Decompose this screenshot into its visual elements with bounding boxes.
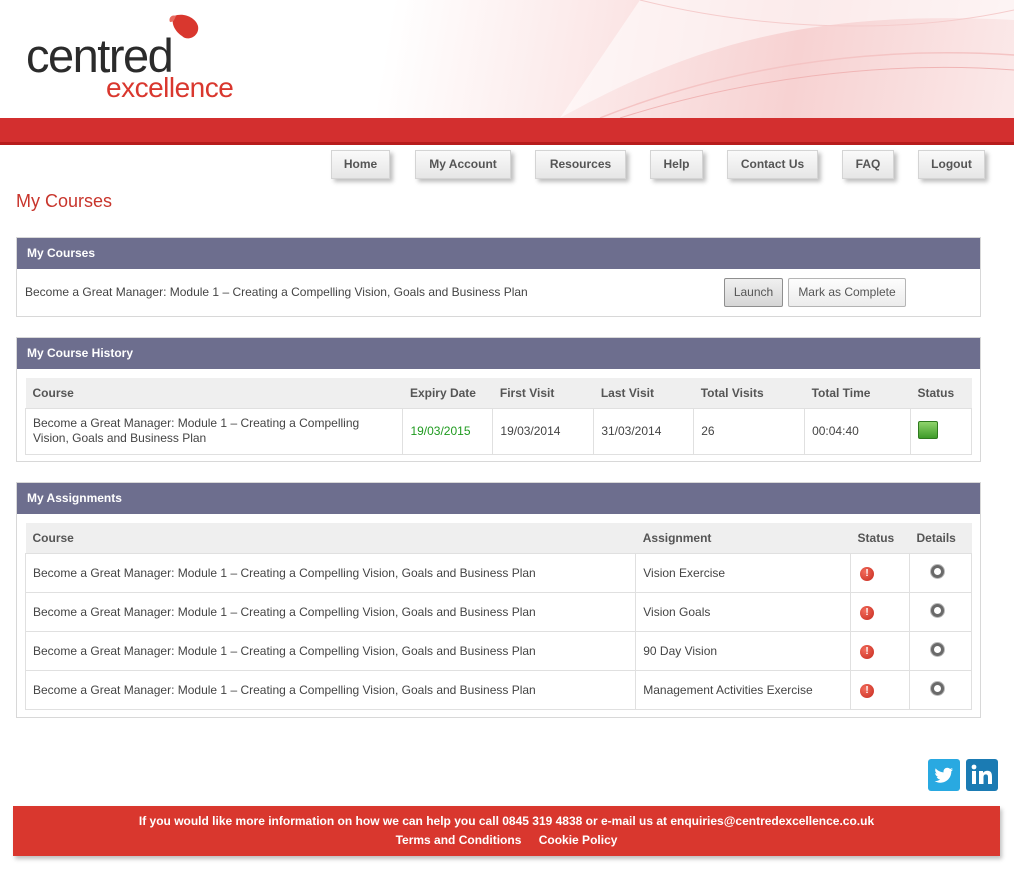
course-name: Become a Great Manager: Module 1 – Creat…: [25, 285, 528, 299]
col-assignment: Assignment: [635, 523, 851, 554]
assignment-name-cell: Vision Goals: [635, 591, 852, 631]
table-row: Become a Great Manager: Module 1 – Creat…: [24, 630, 972, 670]
table-row: Become a Great Manager: Module 1 – Creat…: [24, 669, 972, 710]
col-details: Details: [909, 523, 972, 554]
table-row: Become a Great Manager: Module 1 – Creat…: [24, 552, 972, 592]
terms-and-conditions-link[interactable]: Terms and Conditions: [396, 833, 522, 847]
launch-button[interactable]: Launch: [724, 278, 783, 307]
assignments-heading: My Assignments: [17, 483, 980, 514]
last-visit-cell: 31/03/2014: [593, 407, 695, 455]
footer-contact-text: If you would like more information on ho…: [138, 814, 875, 828]
col-expiry-date: Expiry Date: [402, 378, 493, 409]
assignment-name-cell: Vision Exercise: [635, 552, 852, 592]
twitter-bird-icon: [934, 767, 954, 783]
assignments-table: Course Assignment Status Details Become …: [24, 523, 972, 710]
page-title: My Courses: [16, 191, 113, 211]
assignment-course-cell: Become a Great Manager: Module 1 – Creat…: [24, 591, 637, 631]
green-status-icon: [917, 420, 938, 439]
logo-petal-icon: [169, 14, 199, 39]
footer-links: Terms and Conditions Cookie Policy: [13, 833, 1000, 847]
linkedin-icon[interactable]: [966, 759, 998, 791]
table-header-row: Course Assignment Status Details: [25, 523, 972, 554]
assignment-details-cell: [909, 669, 972, 710]
alert-icon: !: [860, 683, 875, 698]
course-history-panel: My Course History Course Expiry Date Fir…: [16, 337, 981, 462]
expiry-date-cell: 19/03/2015: [402, 407, 494, 455]
details-icon[interactable]: [931, 642, 944, 656]
cookie-policy-link[interactable]: Cookie Policy: [539, 833, 618, 847]
linkedin-in-icon: [971, 764, 992, 784]
logo-word-excellence: excellence: [106, 72, 234, 103]
assignment-course-cell: Become a Great Manager: Module 1 – Creat…: [24, 552, 637, 592]
col-first-visit: First Visit: [492, 378, 594, 409]
nav-help-button[interactable]: Help: [650, 150, 703, 179]
assignments-panel: My Assignments Course Assignment Status …: [16, 482, 981, 718]
history-course-cell: Become a Great Manager: Module 1 – Creat…: [24, 407, 404, 455]
assignment-status-cell: !: [850, 552, 910, 592]
col-status: Status: [910, 378, 972, 409]
table-row: Become a Great Manager: Module 1 – Creat…: [24, 407, 973, 455]
assignment-status-cell: !: [850, 630, 910, 670]
assignment-details-cell: [909, 630, 972, 670]
nav-resources-button[interactable]: Resources: [535, 150, 626, 179]
alert-icon: !: [860, 644, 875, 659]
nav-contact-us-button[interactable]: Contact Us: [727, 150, 818, 179]
assignment-details-cell: [909, 552, 972, 592]
alert-icon: !: [860, 605, 875, 620]
nav-my-account-button[interactable]: My Account: [415, 150, 511, 179]
assignment-status-cell: !: [850, 669, 910, 710]
nav-faq-button[interactable]: FAQ: [842, 150, 894, 179]
col-course: Course: [25, 378, 403, 409]
details-icon[interactable]: [931, 564, 944, 578]
assignment-details-cell: [909, 591, 972, 631]
course-history-heading: My Course History: [17, 338, 980, 369]
col-total-time: Total Time: [804, 378, 911, 409]
nav-home-button[interactable]: Home: [331, 150, 390, 179]
footer-bar: If you would like more information on ho…: [13, 806, 1000, 856]
col-total-visits: Total Visits: [693, 378, 805, 409]
total-visits-cell: 26: [693, 407, 806, 455]
assignment-course-cell: Become a Great Manager: Module 1 – Creat…: [24, 630, 637, 670]
assignment-course-cell: Become a Great Manager: Module 1 – Creat…: [24, 669, 637, 710]
table-row: Become a Great Manager: Module 1 – Creat…: [24, 591, 972, 631]
header-banner: centred excellence: [0, 0, 1014, 118]
mark-as-complete-button[interactable]: Mark as Complete: [788, 278, 906, 307]
assignment-status-cell: !: [850, 591, 910, 631]
course-history-table: Course Expiry Date First Visit Last Visi…: [24, 378, 973, 455]
header-red-bar: [0, 118, 1014, 145]
company-logo[interactable]: centred excellence: [26, 10, 256, 105]
col-last-visit: Last Visit: [593, 378, 694, 409]
nav-logout-button[interactable]: Logout: [918, 150, 985, 179]
col-course: Course: [25, 523, 636, 554]
table-header-row: Course Expiry Date First Visit Last Visi…: [25, 378, 972, 409]
course-row: Become a Great Manager: Module 1 – Creat…: [17, 269, 980, 316]
twitter-icon[interactable]: [928, 759, 960, 791]
assignment-name-cell: Management Activities Exercise: [635, 669, 852, 710]
my-courses-heading: My Courses: [17, 238, 980, 269]
details-icon[interactable]: [931, 603, 944, 617]
first-visit-cell: 19/03/2014: [492, 407, 595, 455]
status-cell: [910, 407, 973, 455]
details-icon[interactable]: [931, 681, 944, 695]
alert-icon: !: [860, 566, 875, 581]
col-status: Status: [850, 523, 910, 554]
total-time-cell: 00:04:40: [804, 407, 911, 455]
assignment-name-cell: 90 Day Vision: [635, 630, 852, 670]
my-courses-panel: My Courses Become a Great Manager: Modul…: [16, 237, 981, 317]
